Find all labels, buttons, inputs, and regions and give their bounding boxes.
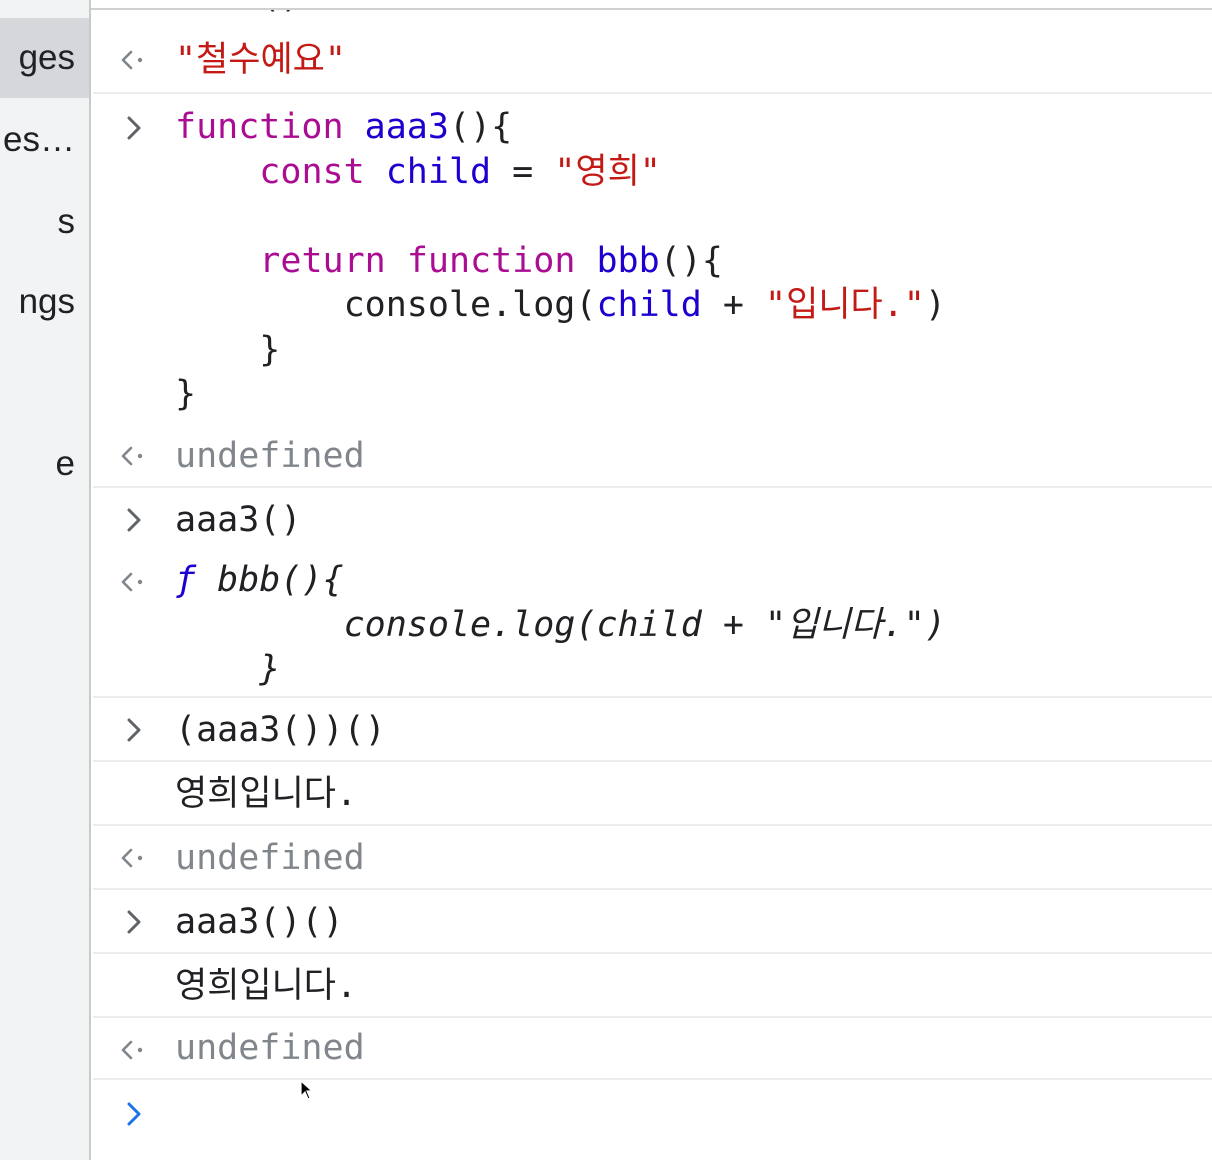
chevron-right-icon	[119, 710, 149, 750]
sidebar-item-1[interactable]: es…	[0, 100, 89, 180]
return-arrow-icon	[119, 40, 149, 80]
function-f-marker: ƒ	[175, 560, 197, 600]
log-message: 영희입니다.	[175, 966, 358, 1006]
console-log-row: 영희입니다.	[93, 954, 1212, 1018]
code-punct: (){	[659, 240, 723, 281]
console-result-row: undefined	[93, 826, 1212, 890]
log-message: 영희입니다.	[175, 774, 358, 814]
console-panel[interactable]: aaa2() "철수예요" function aaa3(){ const chi…	[93, 10, 1212, 1160]
sidebar-item-label: s	[57, 202, 76, 241]
result-function-preview: ƒ bbb(){ console.log(child + "입니다.") }	[175, 558, 946, 692]
console-log-row: 영희입니다.	[93, 762, 1212, 826]
chevron-right-icon	[119, 902, 149, 942]
sidebar-item-label: ges	[18, 38, 75, 77]
console-input-row: (aaa3())()	[93, 698, 1212, 762]
return-arrow-icon	[119, 838, 149, 878]
console-prompt-row[interactable]	[93, 1080, 1212, 1160]
input-code-block: function aaa3(){ const child = "영희" retu…	[175, 105, 946, 417]
code-brace: }	[259, 329, 281, 370]
input-code: (aaa3())()	[175, 710, 386, 750]
sidebar-item-label: ngs	[18, 282, 75, 321]
code-variable: child	[596, 285, 702, 325]
return-arrow-icon	[119, 1030, 149, 1070]
return-arrow-icon	[119, 562, 149, 602]
sidebar-item-3[interactable]: ngs	[0, 262, 89, 342]
code-function-name: aaa3	[364, 107, 449, 147]
sidebar-item-label: e	[55, 444, 75, 483]
devtools-window: ges es… s ngs e aaa2() "철수예요" function a…	[0, 0, 1212, 1160]
sidebar: ges es… s ngs e	[0, 0, 91, 1160]
result-value: "철수예요"	[175, 40, 346, 80]
input-code: aaa2()	[175, 10, 301, 19]
code-keyword: function	[406, 240, 576, 281]
function-body-close: }	[259, 649, 281, 689]
sidebar-item-2[interactable]: s	[0, 182, 89, 262]
result-value: undefined	[175, 436, 365, 476]
code-keyword: const	[259, 151, 365, 192]
sidebar-item-label: es…	[3, 120, 75, 159]
result-value: undefined	[175, 838, 365, 878]
code-call: console.log(	[343, 285, 597, 325]
console-result-row: "철수예요"	[93, 22, 1212, 94]
console-input-row: aaa3()()	[93, 890, 1212, 954]
console-input-partial: aaa2()	[93, 10, 1212, 18]
return-arrow-icon	[119, 436, 149, 476]
console-input-row: aaa3()	[93, 488, 1212, 552]
input-code: aaa3()()	[175, 902, 344, 942]
code-keyword: function	[175, 107, 344, 147]
console-result-row: undefined	[93, 1018, 1212, 1080]
console-input-row: function aaa3(){ const child = "영희" retu…	[93, 94, 1212, 424]
result-value: undefined	[175, 1028, 365, 1068]
code-brace: }	[175, 374, 197, 414]
panel-top-border	[91, 0, 1212, 10]
chevron-right-icon	[119, 1094, 149, 1134]
sidebar-item-0[interactable]: ges	[0, 18, 89, 98]
code-punct: (){	[448, 107, 513, 147]
console-result-row: undefined	[93, 424, 1212, 488]
chevron-right-icon	[119, 500, 149, 540]
sidebar-item-4[interactable]: e	[0, 424, 89, 504]
code-function-name: bbb	[596, 240, 660, 281]
console-result-row: ƒ bbb(){ console.log(child + "입니다.") }	[93, 552, 1212, 698]
code-operator: =	[512, 151, 534, 192]
code-string: "영희"	[554, 151, 661, 192]
function-body-line: console.log(child + "입니다.")	[343, 604, 946, 645]
code-variable: child	[385, 151, 492, 192]
mouse-cursor-icon	[300, 1079, 316, 1102]
chevron-right-icon	[119, 108, 149, 148]
input-code: aaa3()	[175, 500, 302, 540]
code-keyword: return	[259, 240, 386, 281]
code-string: "입니다."	[765, 285, 925, 325]
code-punct: )	[924, 285, 946, 325]
code-operator: +	[722, 285, 744, 325]
function-signature: bbb(){	[217, 560, 344, 600]
